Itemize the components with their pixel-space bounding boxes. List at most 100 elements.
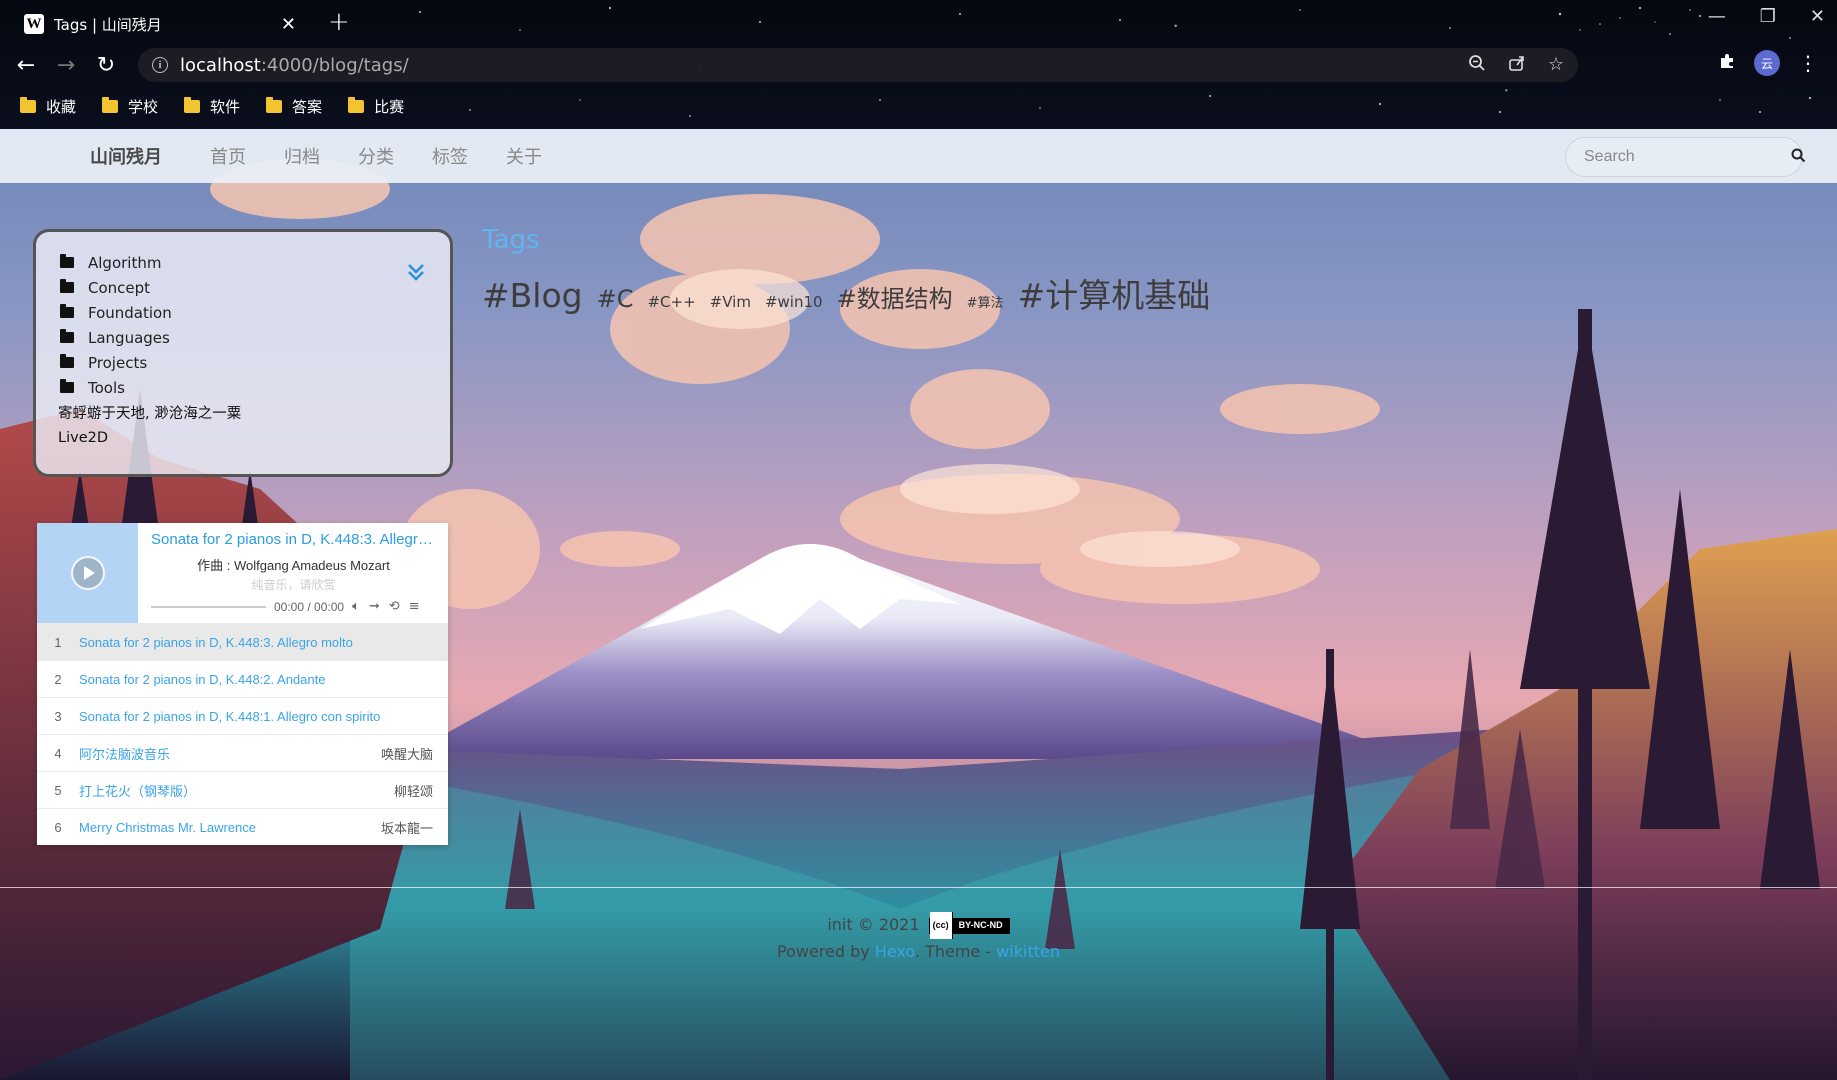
playlist-row[interactable]: 6 Merry Christmas Mr. Lawrence 坂本龍一	[37, 808, 448, 845]
tag-link[interactable]: #Vim	[710, 293, 751, 311]
playlist-menu-icon[interactable]: ≡	[409, 599, 420, 614]
site-navbar: 山间残月 首页 归档 分类 标签 关于	[0, 129, 1837, 183]
folder-icon	[60, 354, 74, 368]
blog-page: 山间残月 首页 归档 分类 标签 关于 Algorithm Concept Fo…	[0, 129, 1837, 1080]
bookmark-label: 比赛	[374, 97, 405, 116]
tag-link[interactable]: #计算机基础	[1018, 269, 1211, 317]
browser-chrome: W Tags | 山间残月 ✕ + — ❐ ✕ ← → ↻ i localhos…	[0, 0, 1837, 129]
back-arrow-icon[interactable]: ←	[6, 53, 46, 78]
theme-text: . Theme -	[914, 942, 997, 961]
browser-tab[interactable]: W Tags | 山间残月 ✕	[10, 4, 310, 44]
site-brand[interactable]: 山间残月	[90, 143, 162, 169]
play-order-icon[interactable]: ➞	[369, 599, 380, 614]
search-icon[interactable]	[1791, 148, 1806, 167]
page-title: Tags	[482, 225, 540, 255]
share-icon[interactable]	[1508, 54, 1526, 77]
album-cover[interactable]	[37, 523, 138, 623]
song-title: Sonata for 2 pianos in D, K.448:2. Andan…	[79, 671, 326, 687]
category-item[interactable]: Concept	[58, 275, 428, 300]
tag-cloud: #Blog #C #C++ #Vim #win10 #数据结构 #算法 #计算机…	[482, 269, 1210, 317]
category-item[interactable]: Tools	[58, 375, 428, 400]
bookmark-folder[interactable]: 软件	[184, 96, 240, 117]
tag-link[interactable]: #Blog	[482, 276, 583, 315]
tab-close-icon[interactable]: ✕	[281, 14, 296, 35]
folder-icon	[20, 96, 36, 113]
bookmark-label: 收藏	[46, 97, 77, 116]
browser-menu-icon[interactable]: ⋮	[1798, 51, 1818, 75]
powered-by-text: Powered by	[777, 942, 875, 961]
cc-logo-text: (cc)	[929, 912, 953, 939]
theme-link[interactable]: wikitten	[996, 942, 1060, 961]
song-artist: 柳轻颂	[393, 783, 433, 799]
playlist-row[interactable]: 1 Sonata for 2 pianos in D, K.448:3. All…	[37, 623, 448, 660]
song-artist: 唤醒大脑	[380, 746, 433, 762]
time-display: 00:00 / 00:00	[274, 599, 345, 614]
volume-icon[interactable]: 🔈︎	[352, 599, 360, 614]
playlist-row[interactable]: 3 Sonata for 2 pianos in D, K.448:1. All…	[37, 697, 448, 734]
bookmark-folder[interactable]: 收藏	[20, 96, 76, 117]
nav-link-tags[interactable]: 标签	[432, 143, 468, 169]
bookmark-folder[interactable]: 答案	[266, 96, 322, 117]
close-window-icon[interactable]: ✕	[1810, 6, 1825, 27]
category-item[interactable]: Languages	[58, 325, 428, 350]
restore-icon[interactable]: ❐	[1760, 6, 1776, 27]
profile-avatar[interactable]: 云	[1754, 50, 1780, 76]
tag-link[interactable]: #C++	[647, 293, 695, 311]
tab-title: Tags | 山间残月	[54, 15, 162, 34]
live2d-toggle[interactable]: Live2D	[58, 425, 428, 450]
site-footer: init © 2021 (cc) BY-NC-ND Powered by Hexo…	[0, 911, 1837, 965]
site-motto: 寄蜉蝣于天地, 渺沧海之一粟	[58, 406, 242, 422]
progress-bar[interactable]	[151, 605, 266, 608]
folder-icon	[348, 96, 365, 113]
playlist-row[interactable]: 5 打上花火（钢琴版） 柳轻颂	[37, 771, 448, 808]
bookmark-folder[interactable]: 比赛	[348, 96, 404, 117]
nav-link-categories[interactable]: 分类	[358, 143, 394, 169]
nav-link-home[interactable]: 首页	[210, 143, 246, 169]
category-item[interactable]: Foundation	[58, 300, 428, 325]
tag-link[interactable]: #win10	[765, 293, 823, 311]
folder-icon	[60, 379, 74, 393]
nav-link-about[interactable]: 关于	[506, 143, 542, 169]
minimize-icon[interactable]: —	[1708, 6, 1726, 27]
folder-icon	[60, 254, 74, 268]
category-item[interactable]: Projects	[58, 350, 428, 375]
tag-link[interactable]: #算法	[967, 292, 1004, 311]
song-title: Sonata for 2 pianos in D, K.448:3. Alleg…	[79, 634, 353, 650]
category-card: Algorithm Concept Foundation Languages P…	[33, 229, 453, 477]
folder-icon	[266, 96, 283, 113]
zoom-icon[interactable]	[1468, 54, 1486, 77]
song-index: 2	[54, 671, 62, 687]
bookmark-folder[interactable]: 学校	[102, 96, 158, 117]
song-title: Sonata for 2 pianos in D, K.448:1. Alleg…	[79, 708, 381, 724]
loop-icon[interactable]: ⟲	[389, 599, 400, 614]
tag-link[interactable]: #C	[597, 285, 634, 313]
category-label: Concept	[88, 278, 151, 297]
license-text: BY-NC-ND	[952, 918, 1009, 933]
nav-link-archive[interactable]: 归档	[284, 143, 320, 169]
tag-link[interactable]: #数据结构	[837, 279, 953, 314]
category-item[interactable]: Algorithm	[58, 250, 428, 275]
reload-icon[interactable]: ↻	[86, 53, 126, 78]
search-input[interactable]	[1584, 148, 1791, 166]
now-playing-title: Sonata for 2 pianos in D, K.448:3. Alleg…	[151, 531, 436, 548]
extensions-puzzle-icon[interactable]	[1718, 52, 1736, 75]
forward-arrow-icon[interactable]: →	[46, 53, 86, 78]
playlist-row[interactable]: 2 Sonata for 2 pianos in D, K.448:2. And…	[37, 660, 448, 697]
address-bar[interactable]: i localhost:4000/blog/tags/ ☆	[138, 48, 1578, 82]
url-text[interactable]: localhost:4000/blog/tags/	[180, 55, 409, 76]
bookmark-star-icon[interactable]: ☆	[1548, 54, 1564, 77]
site-info-icon[interactable]: i	[152, 57, 168, 73]
category-label: Tools	[88, 378, 125, 397]
new-tab-icon[interactable]: +	[328, 7, 350, 37]
chevron-double-down-icon[interactable]	[406, 262, 426, 287]
wikipedia-favicon-icon: W	[24, 14, 44, 34]
play-icon[interactable]	[70, 556, 105, 590]
cc-license-badge[interactable]: (cc) BY-NC-ND	[928, 912, 1010, 939]
folder-icon	[184, 96, 201, 113]
hexo-link[interactable]: Hexo	[875, 942, 915, 961]
song-index: 4	[54, 745, 62, 761]
song-title: Merry Christmas Mr. Lawrence	[79, 819, 256, 835]
bookmarks-bar: 收藏 学校 软件 答案 比赛	[0, 92, 404, 120]
playlist-row[interactable]: 4 阿尔法脑波音乐 唤醒大脑	[37, 734, 448, 771]
song-title: 打上花火（钢琴版）	[79, 783, 197, 799]
